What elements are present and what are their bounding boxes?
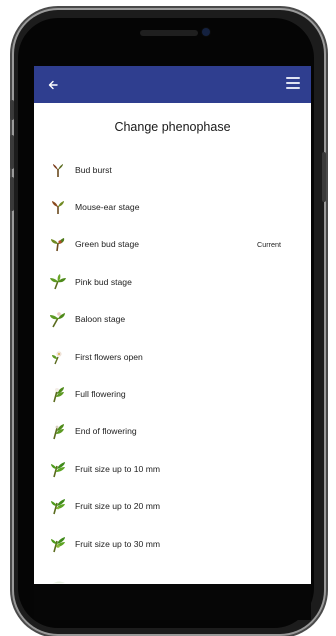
phone-volume-up [10,135,14,169]
arrow-left-icon[interactable] [44,75,64,95]
pink-bud-icon [49,273,67,291]
phenophase-item[interactable]: Fruit size up to 20 mm [34,488,311,525]
page-title: Change phenophase [114,120,231,134]
phenophase-label: Mouse-ear stage [75,202,140,213]
hamburger-menu-icon[interactable] [286,77,300,91]
phone-volume-down [10,177,14,211]
current-badge: Current [257,239,281,249]
phenophase-label: End of flowering [75,426,137,437]
baloon-stage-icon [49,310,67,328]
speaker-grille [140,30,198,36]
bud-burst-icon [49,161,67,179]
phone-mute-switch [10,100,14,120]
phenophase-item[interactable]: First flowers open [34,338,311,375]
phenophase-item[interactable]: Fruit size up to 10 mm [34,450,311,487]
mouse-ear-icon [49,198,67,216]
fruit-20mm-icon [49,497,67,515]
phenophase-label: Fruit size up to 20 mm [75,501,161,512]
phenophase-label: Pink bud stage [75,276,132,287]
fruit-10mm-icon [49,460,67,478]
phenophase-label: First flowers open [75,351,143,362]
phenophase-item[interactable]: End of flowering [34,413,311,450]
list-fade [34,572,311,584]
phenophase-item[interactable]: Green bud stage Current [34,226,311,263]
phone-bottom-bezel [34,584,311,620]
full-flowering-icon [49,385,67,403]
app-bar [34,66,311,103]
phenophase-label: Fruit size up to 30 mm [75,538,161,549]
green-bud-icon [49,235,67,253]
phenophase-item[interactable]: Baloon stage [34,301,311,338]
phenophase-label: Bud burst [75,164,112,175]
app-screen: Change phenophase Bud burst Mouse-ear sta… [34,66,311,584]
phenophase-label: Fruit size up to 10 mm [75,463,161,474]
phone-power-button [322,152,326,202]
phenophase-item[interactable]: Fruit size up to 30 mm [34,525,311,562]
phenophase-label: Full flowering [75,389,126,400]
phenophase-list: Bud burst Mouse-ear stage Green bud stage C… [34,151,311,584]
phenophase-item[interactable]: Full flowering [34,375,311,412]
first-flowers-icon [49,348,67,366]
phone-mockup: Change phenophase Bud burst Mouse-ear sta… [0,0,336,636]
phenophase-item[interactable]: Bud burst [34,151,311,188]
end-flowering-icon [49,422,67,440]
phenophase-item[interactable]: Mouse-ear stage [34,188,311,225]
phenophase-item[interactable]: Pink bud stage [34,263,311,300]
front-camera [202,28,210,36]
phenophase-label: Baloon stage [75,314,126,325]
phenophase-label: Green bud stage [75,239,140,250]
fruit-30mm-icon [49,535,67,553]
